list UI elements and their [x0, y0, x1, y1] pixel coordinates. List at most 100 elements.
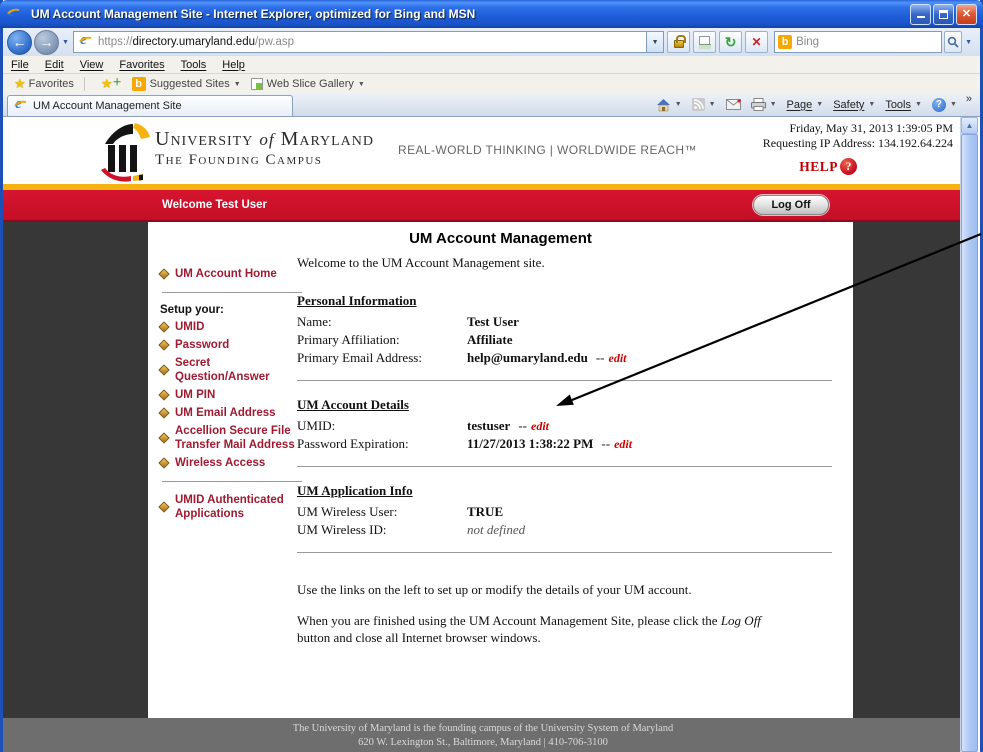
home-button[interactable]: ▼ — [651, 98, 687, 112]
command-bar: ▼ ▼ — [651, 93, 980, 116]
diamond-bullet-icon — [158, 321, 169, 332]
refresh-button[interactable]: ↻ — [719, 31, 742, 53]
sidebar-item-um-account-home[interactable]: UM Account Home — [160, 267, 297, 281]
stop-button[interactable]: ✕ — [745, 31, 768, 53]
diamond-bullet-icon — [158, 339, 169, 350]
site-footer: The University of Maryland is the foundi… — [3, 718, 963, 752]
rss-feeds-icon — [692, 98, 705, 111]
feeds-button[interactable]: ▼ — [687, 98, 721, 111]
menu-help[interactable]: Help — [214, 59, 253, 71]
security-lock-icon[interactable] — [667, 31, 690, 53]
back-button[interactable]: ← — [7, 30, 32, 55]
menu-view[interactable]: View — [72, 59, 112, 71]
minimize-button[interactable] — [910, 4, 931, 25]
sidebar-item-secret-question[interactable]: Secret Question/Answer — [160, 356, 297, 384]
print-button[interactable]: ▼ — [746, 98, 782, 111]
star-icon: ★ — [14, 76, 26, 92]
history-dropdown-icon[interactable]: ▼ — [59, 39, 73, 46]
search-options-dropdown-icon[interactable]: ▼ — [962, 39, 976, 46]
sidebar-item-umid-authenticated-apps[interactable]: UMID Authenticated Applications — [160, 493, 297, 521]
web-slice-icon — [251, 78, 263, 90]
help-icon: ? — [932, 98, 946, 112]
suggested-sites-button[interactable]: b Suggested Sites▼ — [127, 75, 246, 93]
site-header: University of Maryland The Founding Camp… — [3, 117, 963, 184]
search-input[interactable] — [796, 36, 938, 48]
sidebar: UM Account Home Setup your: UMID Passwor… — [148, 247, 297, 646]
search-button[interactable] — [944, 31, 962, 53]
diamond-bullet-icon — [158, 364, 169, 375]
edit-umid-link[interactable]: edit — [531, 417, 549, 435]
help-link[interactable]: HELP ? — [799, 158, 857, 175]
page-menu-button[interactable]: Page▼ — [782, 99, 829, 111]
tools-menu-button[interactable]: Tools▼ — [880, 99, 927, 111]
sidebar-divider — [162, 292, 302, 293]
ie-page-icon — [13, 99, 29, 114]
menu-edit[interactable]: Edit — [37, 59, 72, 71]
tagline: REAL-WORLD THINKING | WORLDWIDE REACH™ — [398, 143, 697, 157]
diamond-bullet-icon — [158, 268, 169, 279]
page-icon — [78, 35, 94, 50]
section-divider — [297, 466, 832, 467]
main-content: Welcome to the UM Account Management sit… — [297, 247, 837, 646]
read-mail-button[interactable] — [721, 99, 746, 110]
datetime-block: Friday, May 31, 2013 1:39:05 PM Requesti… — [763, 121, 953, 151]
menu-favorites[interactable]: Favorites — [111, 59, 172, 71]
sidebar-item-accellion[interactable]: Accellion Secure File Transfer Mail Addr… — [160, 424, 297, 452]
brand-text: University of Maryland The Founding Camp… — [155, 128, 374, 169]
url-path: /pw.asp — [255, 36, 294, 48]
restore-button[interactable] — [933, 4, 954, 25]
add-star-icon: ★ — [101, 76, 113, 92]
favorites-bar: ★ Favorites ★＋ b Suggested Sites▼ Web Sl… — [3, 74, 980, 94]
edit-password-link[interactable]: edit — [614, 435, 632, 453]
search-icon — [947, 36, 959, 48]
scroll-up-arrow-icon[interactable]: ▲ — [961, 117, 978, 134]
info-row-primary-email: Primary Email Address: help@umaryland.ed… — [297, 349, 837, 367]
forward-button[interactable]: → — [34, 30, 59, 55]
sidebar-item-password[interactable]: Password — [160, 338, 297, 352]
sidebar-item-um-pin[interactable]: UM PIN — [160, 388, 297, 402]
log-off-button[interactable]: Log Off — [753, 195, 829, 215]
sidebar-item-wireless-access[interactable]: Wireless Access — [160, 456, 297, 470]
close-button[interactable]: ✕ — [956, 4, 977, 25]
page-viewport: University of Maryland The Founding Camp… — [3, 117, 963, 752]
bing-icon: b — [132, 77, 146, 91]
address-dropdown-icon[interactable]: ▼ — [647, 31, 664, 53]
scrollbar-thumb[interactable] — [961, 134, 978, 752]
info-row-primary-affiliation: Primary Affiliation: Affiliate — [297, 331, 837, 349]
help-question-icon: ? — [840, 158, 857, 175]
menu-file[interactable]: File — [3, 59, 37, 71]
favorites-button[interactable]: ★ Favorites — [3, 75, 79, 93]
sidebar-item-umid[interactable]: UMID — [160, 320, 297, 334]
diamond-bullet-icon — [158, 432, 169, 443]
footer-line-1: The University of Maryland is the foundi… — [3, 722, 963, 736]
welcome-user-text: Welcome Test User — [162, 199, 267, 211]
add-favorite-button[interactable]: ★＋ — [90, 75, 127, 93]
info-row-wireless-user: UM Wireless User: TRUE — [297, 503, 837, 521]
safety-menu-button[interactable]: Safety▼ — [828, 99, 880, 111]
section-heading-personal-information: Personal Information — [297, 293, 837, 309]
address-input[interactable]: https://directory.umaryland.edu/pw.asp — [73, 31, 647, 53]
ie-logo-icon — [6, 7, 22, 22]
info-row-wireless-id: UM Wireless ID: not defined — [297, 521, 837, 539]
edit-email-link[interactable]: edit — [609, 349, 627, 367]
instructions-paragraph: Use the links on the left to set up or m… — [297, 581, 787, 598]
printer-icon — [751, 98, 766, 111]
info-row-umid: UMID: testuser -- edit — [297, 417, 837, 435]
web-slice-gallery-button[interactable]: Web Slice Gallery▼ — [246, 75, 370, 93]
help-button[interactable]: ?▼ — [927, 98, 962, 112]
sidebar-item-um-email[interactable]: UM Email Address — [160, 406, 297, 420]
bing-icon: b — [778, 35, 792, 49]
url-domain: directory.umaryland.edu — [132, 36, 255, 48]
ip-address-text: Requesting IP Address: 134.192.64.224 — [763, 136, 953, 151]
menu-tools[interactable]: Tools — [173, 59, 215, 71]
section-heading-um-account-details: UM Account Details — [297, 397, 837, 413]
search-box[interactable]: b — [774, 31, 942, 53]
tab-um-account-management[interactable]: UM Account Management Site — [7, 95, 293, 116]
url-scheme: https:// — [98, 36, 133, 48]
browser-window: UM Account Management Site - Internet Ex… — [0, 0, 983, 752]
compatibility-view-button[interactable] — [693, 31, 716, 53]
more-commands-chevron[interactable]: » — [962, 93, 976, 105]
menu-bar: File Edit View Favorites Tools Help — [3, 56, 980, 74]
vertical-scrollbar[interactable]: ▲ — [960, 117, 977, 752]
section-divider — [297, 380, 832, 381]
